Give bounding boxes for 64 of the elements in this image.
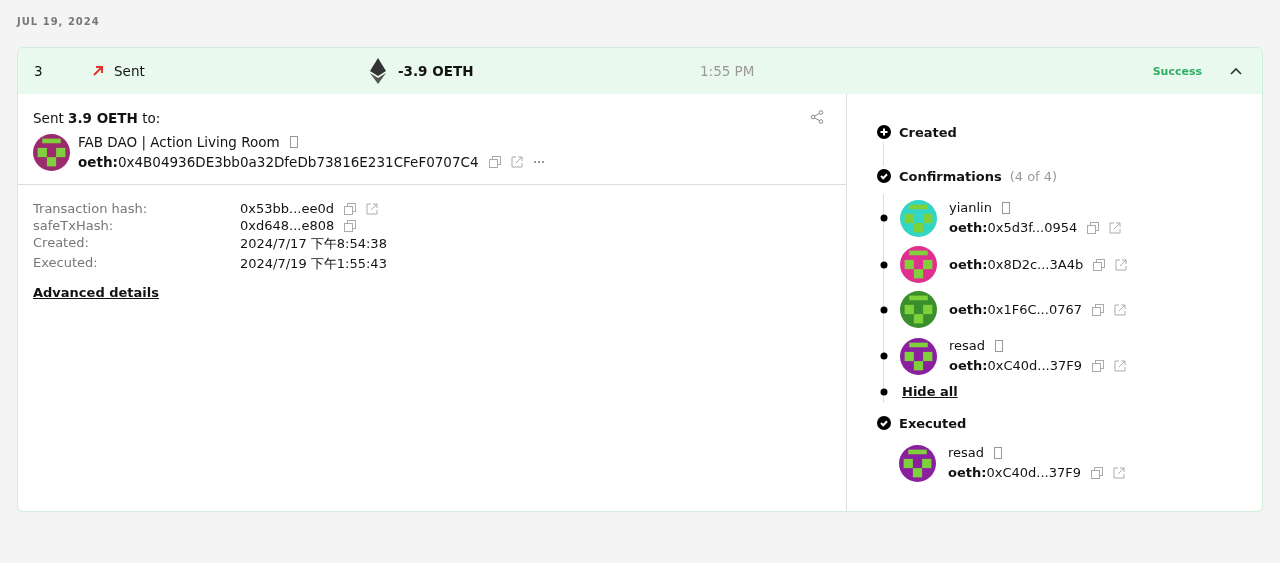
signer-name: resad [949,337,986,355]
ethereum-icon [370,58,386,84]
time: 1:55 PM [700,63,756,79]
copy-icon[interactable] [1091,360,1104,372]
copy-icon[interactable] [343,202,356,215]
missing-glyph-icon [995,340,1004,352]
more-icon[interactable] [532,160,545,164]
external-link-icon[interactable] [1112,467,1125,479]
detail-label: Executed: [33,255,99,272]
recipient-name: FAB DAO | Action Living Room [78,133,280,152]
signer-address: oeth:0xC40d...37F9 [948,464,1081,482]
date-header: JUL 19, 2024 [17,16,101,29]
copy-icon[interactable] [344,219,357,232]
signer-address: oeth:0x5d3f...0954 [949,219,1078,237]
check-circle-icon [877,169,891,183]
amount: -3.9 OETH [398,63,474,79]
copy-icon[interactable] [488,156,501,168]
transaction-type: Sent [114,63,145,79]
copy-icon[interactable] [1093,258,1106,271]
detail-label: Transaction hash: [33,201,149,216]
detail-value: 0xd648...e808 [240,218,335,233]
confirmation-count: (4 of 4) [1009,168,1058,184]
arrow-up-right-icon [92,65,104,77]
external-link-icon[interactable] [1115,258,1128,271]
share-icon[interactable] [810,110,824,124]
bullet-icon [880,305,888,314]
signer-name: yianlin [949,199,992,217]
signer-address: oeth:0xC40d...37F9 [949,357,1082,375]
signer-address: oeth:0x1F6C...0767 [949,300,1082,319]
transaction-summary-row[interactable]: 3 Sent -3.9 OETH 1:55 PM Success [18,48,1262,94]
detail-label: Created: [33,235,90,252]
nonce: 3 [34,63,44,79]
step-title: Confirmations [899,168,1002,184]
signer-name: resad [948,444,985,462]
status-label: Success [1152,64,1202,78]
step-title: Executed [899,415,967,431]
check-circle-icon [877,416,891,430]
bullet-icon [880,387,888,396]
advanced-details-link[interactable]: Advanced details [33,285,831,300]
step-title: Created [899,124,957,140]
detail-value: 0x53bb...ee0d [240,201,334,216]
detail-value: 2024/7/17 下午8:54:38 [240,235,387,253]
plus-circle-icon [877,125,891,139]
missing-glyph-icon [994,447,1003,459]
external-link-icon[interactable] [1109,222,1122,234]
detail-value: 2024/7/19 下午1:55:43 [240,255,387,273]
sent-summary: Sent 3.9 OETH to: [33,110,162,126]
copy-icon[interactable] [1087,222,1100,234]
bullet-icon [880,214,888,222]
bullet-icon [880,260,888,269]
missing-glyph-icon [1002,202,1010,214]
detail-label: safeTxHash: [33,218,115,233]
recipient-address: oeth:0x4B04936DE3bb0a32DfeDb73816E231CFeF0707C4 [78,153,479,172]
copy-icon[interactable] [1091,303,1104,316]
external-link-icon[interactable] [1113,303,1126,316]
hide-all-link[interactable]: Hide all [902,384,958,399]
external-link-icon[interactable] [510,156,523,168]
missing-glyph-icon [289,136,298,148]
external-link-icon[interactable] [1113,360,1126,372]
bullet-icon [880,352,888,360]
signer-address: oeth:0x8D2c...3A4b [949,255,1084,274]
external-link-icon[interactable] [365,202,378,215]
chevron-icon[interactable] [1230,67,1242,75]
copy-icon[interactable] [1090,467,1103,479]
